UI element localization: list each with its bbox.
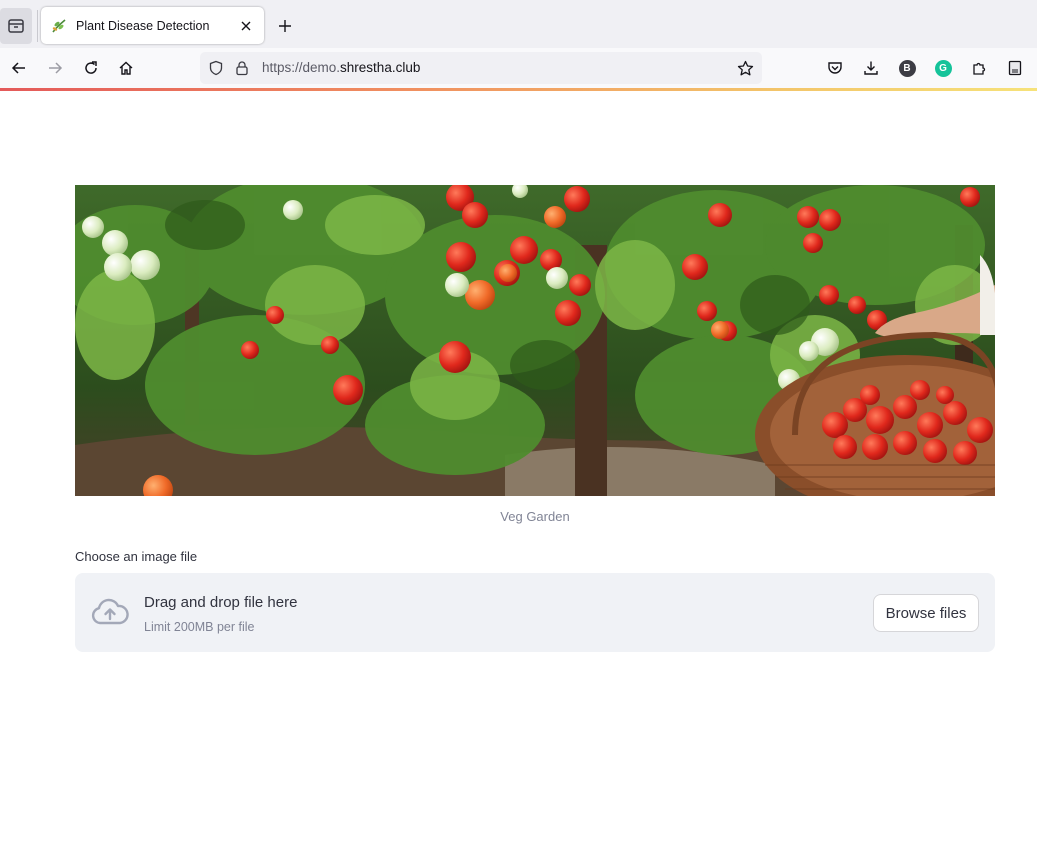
leaf-favicon-icon [52,18,66,32]
extensions-button[interactable] [967,56,991,80]
dropzone-title: Drag and drop file here [144,594,298,611]
reload-icon [85,61,97,74]
grammarly-button[interactable]: G [931,56,955,80]
file-uploader-label: Choose an image file [75,549,198,564]
active-tab[interactable]: Plant Disease Detection [41,7,264,44]
back-button[interactable] [5,54,33,82]
new-tab-button[interactable] [272,13,298,39]
browse-files-button[interactable]: Browse files [873,594,979,632]
forward-button[interactable] [41,54,69,82]
tab-list-button[interactable] [0,8,32,44]
veg-garden-banner-image [75,185,995,496]
home-icon [119,61,133,75]
tab-strip: Plant Disease Detection [0,0,1037,48]
home-button[interactable] [112,54,140,82]
dropzone-size-limit: Limit 200MB per file [144,620,255,634]
banner-caption: Veg Garden [500,509,570,524]
reader-view-button[interactable] [1003,56,1027,80]
tab-list-icon [8,19,24,33]
url-host: shrestha.club [340,60,421,75]
close-icon [241,21,251,30]
tab-divider [37,10,38,42]
extension-b-icon: B [898,59,916,77]
pocket-icon [828,62,842,74]
plus-icon [279,20,291,32]
reload-button[interactable] [77,54,105,82]
downloads-button[interactable] [859,56,883,80]
back-arrow-icon [11,62,25,74]
forward-arrow-icon [49,62,63,74]
url-text[interactable]: https://demo.shrestha.club [262,60,420,75]
reader-icon [1008,60,1022,76]
navigation-toolbar: https://demo.shrestha.club B G [0,48,1037,88]
tab-title: Plant Disease Detection [76,18,210,33]
shield-icon[interactable] [207,59,225,77]
address-bar[interactable]: https://demo.shrestha.club [200,52,762,84]
tab-close-button[interactable] [234,14,258,38]
extensions-icon [973,62,986,75]
pocket-button[interactable] [823,56,847,80]
cloud-upload-icon [91,598,129,625]
url-prefix: https://demo. [262,60,341,75]
star-icon[interactable] [736,59,754,77]
grammarly-icon: G [934,59,952,77]
lock-icon[interactable] [233,59,251,77]
app-main: Veg Garden Choose an image file Drag and… [0,91,1037,856]
file-dropzone[interactable]: Drag and drop file here Limit 200MB per … [75,573,995,652]
extension-b-button[interactable]: B [895,56,919,80]
download-icon [864,61,878,75]
